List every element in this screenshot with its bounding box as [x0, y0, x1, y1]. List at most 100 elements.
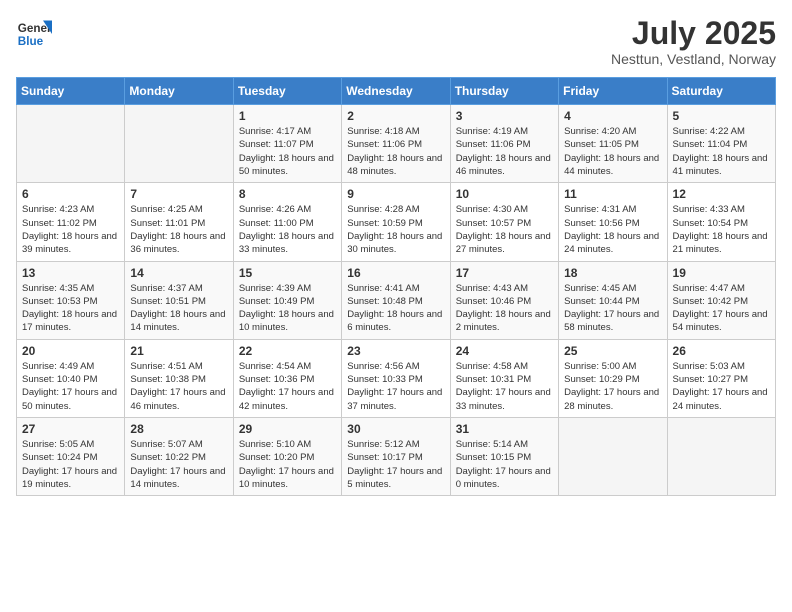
calendar-cell	[667, 417, 775, 495]
calendar-cell: 10Sunrise: 4:30 AM Sunset: 10:57 PM Dayl…	[450, 183, 558, 261]
col-header-saturday: Saturday	[667, 78, 775, 105]
calendar-cell: 31Sunrise: 5:14 AM Sunset: 10:15 PM Dayl…	[450, 417, 558, 495]
day-number: 4	[564, 109, 661, 123]
calendar-cell: 30 Sunrise: 5:12 AM Sunset: 10:17 PM Dayl…	[342, 417, 450, 495]
day-number: 1	[239, 109, 336, 123]
calendar-cell: 26 Sunrise: 5:03 AM Sunset: 10:27 PM Dayl…	[667, 339, 775, 417]
day-number: 26	[673, 344, 770, 358]
calendar-cell: 17 Sunrise: 4:43 AM Sunset: 10:46 PM Dayl…	[450, 261, 558, 339]
col-header-tuesday: Tuesday	[233, 78, 341, 105]
svg-text:Blue: Blue	[18, 35, 44, 48]
calendar-cell: 29 Sunrise: 5:10 AM Sunset: 10:20 PM Dayl…	[233, 417, 341, 495]
calendar-cell: 16 Sunrise: 4:41 AM Sunset: 10:48 PM Dayl…	[342, 261, 450, 339]
day-info: Sunrise: 5:07 AM Sunset: 10:22 PM Daylig…	[130, 438, 227, 491]
calendar-week-row: 6 Sunrise: 4:23 AM Sunset: 11:02 PM Dayli…	[17, 183, 776, 261]
day-info: Sunrise: 4:47 AM Sunset: 10:42 PM Daylig…	[673, 282, 770, 335]
calendar-week-row: 20 Sunrise: 4:49 AM Sunset: 10:40 PM Dayl…	[17, 339, 776, 417]
day-info: Sunrise: 4:31 AM Sunset: 10:56 PM Daylig…	[564, 203, 661, 256]
calendar-cell: 7Sunrise: 4:25 AM Sunset: 11:01 PM Dayli…	[125, 183, 233, 261]
day-number: 11	[564, 187, 661, 201]
calendar-cell: 6 Sunrise: 4:23 AM Sunset: 11:02 PM Dayli…	[17, 183, 125, 261]
day-number: 19	[673, 266, 770, 280]
day-number: 15	[239, 266, 336, 280]
col-header-monday: Monday	[125, 78, 233, 105]
calendar-cell: 24 Sunrise: 4:58 AM Sunset: 10:31 PM Dayl…	[450, 339, 558, 417]
calendar-cell: 19 Sunrise: 4:47 AM Sunset: 10:42 PM Dayl…	[667, 261, 775, 339]
calendar-cell: 8Sunrise: 4:26 AM Sunset: 11:00 PM Dayli…	[233, 183, 341, 261]
calendar-cell: 12Sunrise: 4:33 AM Sunset: 10:54 PM Dayl…	[667, 183, 775, 261]
calendar-table: SundayMondayTuesdayWednesdayThursdayFrid…	[16, 77, 776, 496]
day-number: 14	[130, 266, 227, 280]
day-number: 21	[130, 344, 227, 358]
day-info: Sunrise: 4:17 AM Sunset: 11:07 PM Daylig…	[239, 125, 336, 178]
logo-icon: General Blue	[16, 16, 52, 52]
day-info: Sunrise: 5:12 AM Sunset: 10:17 PM Daylig…	[347, 438, 444, 491]
calendar-cell: 11 Sunrise: 4:31 AM Sunset: 10:56 PM Dayl…	[559, 183, 667, 261]
title-block: July 2025 Nesttun, Vestland, Norway	[611, 16, 776, 67]
day-number: 9	[347, 187, 444, 201]
day-info: Sunrise: 5:03 AM Sunset: 10:27 PM Daylig…	[673, 360, 770, 413]
day-number: 24	[456, 344, 553, 358]
day-number: 30	[347, 422, 444, 436]
calendar-week-row: 27Sunrise: 5:05 AM Sunset: 10:24 PM Dayl…	[17, 417, 776, 495]
calendar-cell: 28 Sunrise: 5:07 AM Sunset: 10:22 PM Dayl…	[125, 417, 233, 495]
calendar-cell: 27Sunrise: 5:05 AM Sunset: 10:24 PM Dayl…	[17, 417, 125, 495]
day-number: 7	[130, 187, 227, 201]
day-info: Sunrise: 4:19 AM Sunset: 11:06 PM Daylig…	[456, 125, 553, 178]
calendar-cell: 1 Sunrise: 4:17 AM Sunset: 11:07 PM Dayli…	[233, 105, 341, 183]
col-header-thursday: Thursday	[450, 78, 558, 105]
day-number: 13	[22, 266, 119, 280]
day-number: 16	[347, 266, 444, 280]
calendar-cell: 3Sunrise: 4:19 AM Sunset: 11:06 PM Dayli…	[450, 105, 558, 183]
calendar-cell: 25Sunrise: 5:00 AM Sunset: 10:29 PM Dayl…	[559, 339, 667, 417]
day-info: Sunrise: 4:58 AM Sunset: 10:31 PM Daylig…	[456, 360, 553, 413]
day-number: 25	[564, 344, 661, 358]
day-info: Sunrise: 4:37 AM Sunset: 10:51 PM Daylig…	[130, 282, 227, 335]
day-info: Sunrise: 4:20 AM Sunset: 11:05 PM Daylig…	[564, 125, 661, 178]
col-header-sunday: Sunday	[17, 78, 125, 105]
day-info: Sunrise: 4:23 AM Sunset: 11:02 PM Daylig…	[22, 203, 119, 256]
day-info: Sunrise: 4:41 AM Sunset: 10:48 PM Daylig…	[347, 282, 444, 335]
day-info: Sunrise: 4:51 AM Sunset: 10:38 PM Daylig…	[130, 360, 227, 413]
day-info: Sunrise: 4:28 AM Sunset: 10:59 PM Daylig…	[347, 203, 444, 256]
day-number: 22	[239, 344, 336, 358]
day-info: Sunrise: 5:10 AM Sunset: 10:20 PM Daylig…	[239, 438, 336, 491]
day-info: Sunrise: 4:39 AM Sunset: 10:49 PM Daylig…	[239, 282, 336, 335]
day-number: 6	[22, 187, 119, 201]
month-title: July 2025	[611, 16, 776, 51]
day-number: 18	[564, 266, 661, 280]
day-info: Sunrise: 4:45 AM Sunset: 10:44 PM Daylig…	[564, 282, 661, 335]
day-number: 23	[347, 344, 444, 358]
day-number: 10	[456, 187, 553, 201]
day-info: Sunrise: 4:49 AM Sunset: 10:40 PM Daylig…	[22, 360, 119, 413]
day-number: 17	[456, 266, 553, 280]
day-info: Sunrise: 4:33 AM Sunset: 10:54 PM Daylig…	[673, 203, 770, 256]
day-info: Sunrise: 4:54 AM Sunset: 10:36 PM Daylig…	[239, 360, 336, 413]
day-number: 8	[239, 187, 336, 201]
calendar-header-row: SundayMondayTuesdayWednesdayThursdayFrid…	[17, 78, 776, 105]
day-info: Sunrise: 4:22 AM Sunset: 11:04 PM Daylig…	[673, 125, 770, 178]
calendar-week-row: 1 Sunrise: 4:17 AM Sunset: 11:07 PM Dayli…	[17, 105, 776, 183]
calendar-week-row: 13 Sunrise: 4:35 AM Sunset: 10:53 PM Dayl…	[17, 261, 776, 339]
day-number: 28	[130, 422, 227, 436]
calendar-cell	[17, 105, 125, 183]
calendar-cell: 2Sunrise: 4:18 AM Sunset: 11:06 PM Dayli…	[342, 105, 450, 183]
day-info: Sunrise: 5:05 AM Sunset: 10:24 PM Daylig…	[22, 438, 119, 491]
location: Nesttun, Vestland, Norway	[611, 51, 776, 67]
calendar-cell: 15 Sunrise: 4:39 AM Sunset: 10:49 PM Dayl…	[233, 261, 341, 339]
day-number: 20	[22, 344, 119, 358]
day-number: 29	[239, 422, 336, 436]
calendar-cell: 5Sunrise: 4:22 AM Sunset: 11:04 PM Dayli…	[667, 105, 775, 183]
calendar-cell: 4 Sunrise: 4:20 AM Sunset: 11:05 PM Dayli…	[559, 105, 667, 183]
col-header-friday: Friday	[559, 78, 667, 105]
calendar-cell: 13 Sunrise: 4:35 AM Sunset: 10:53 PM Dayl…	[17, 261, 125, 339]
day-info: Sunrise: 4:35 AM Sunset: 10:53 PM Daylig…	[22, 282, 119, 335]
calendar-cell	[559, 417, 667, 495]
day-info: Sunrise: 4:43 AM Sunset: 10:46 PM Daylig…	[456, 282, 553, 335]
col-header-wednesday: Wednesday	[342, 78, 450, 105]
calendar-cell	[125, 105, 233, 183]
logo: General Blue	[16, 16, 56, 52]
calendar-cell: 22 Sunrise: 4:54 AM Sunset: 10:36 PM Dayl…	[233, 339, 341, 417]
day-number: 31	[456, 422, 553, 436]
calendar-cell: 14 Sunrise: 4:37 AM Sunset: 10:51 PM Dayl…	[125, 261, 233, 339]
